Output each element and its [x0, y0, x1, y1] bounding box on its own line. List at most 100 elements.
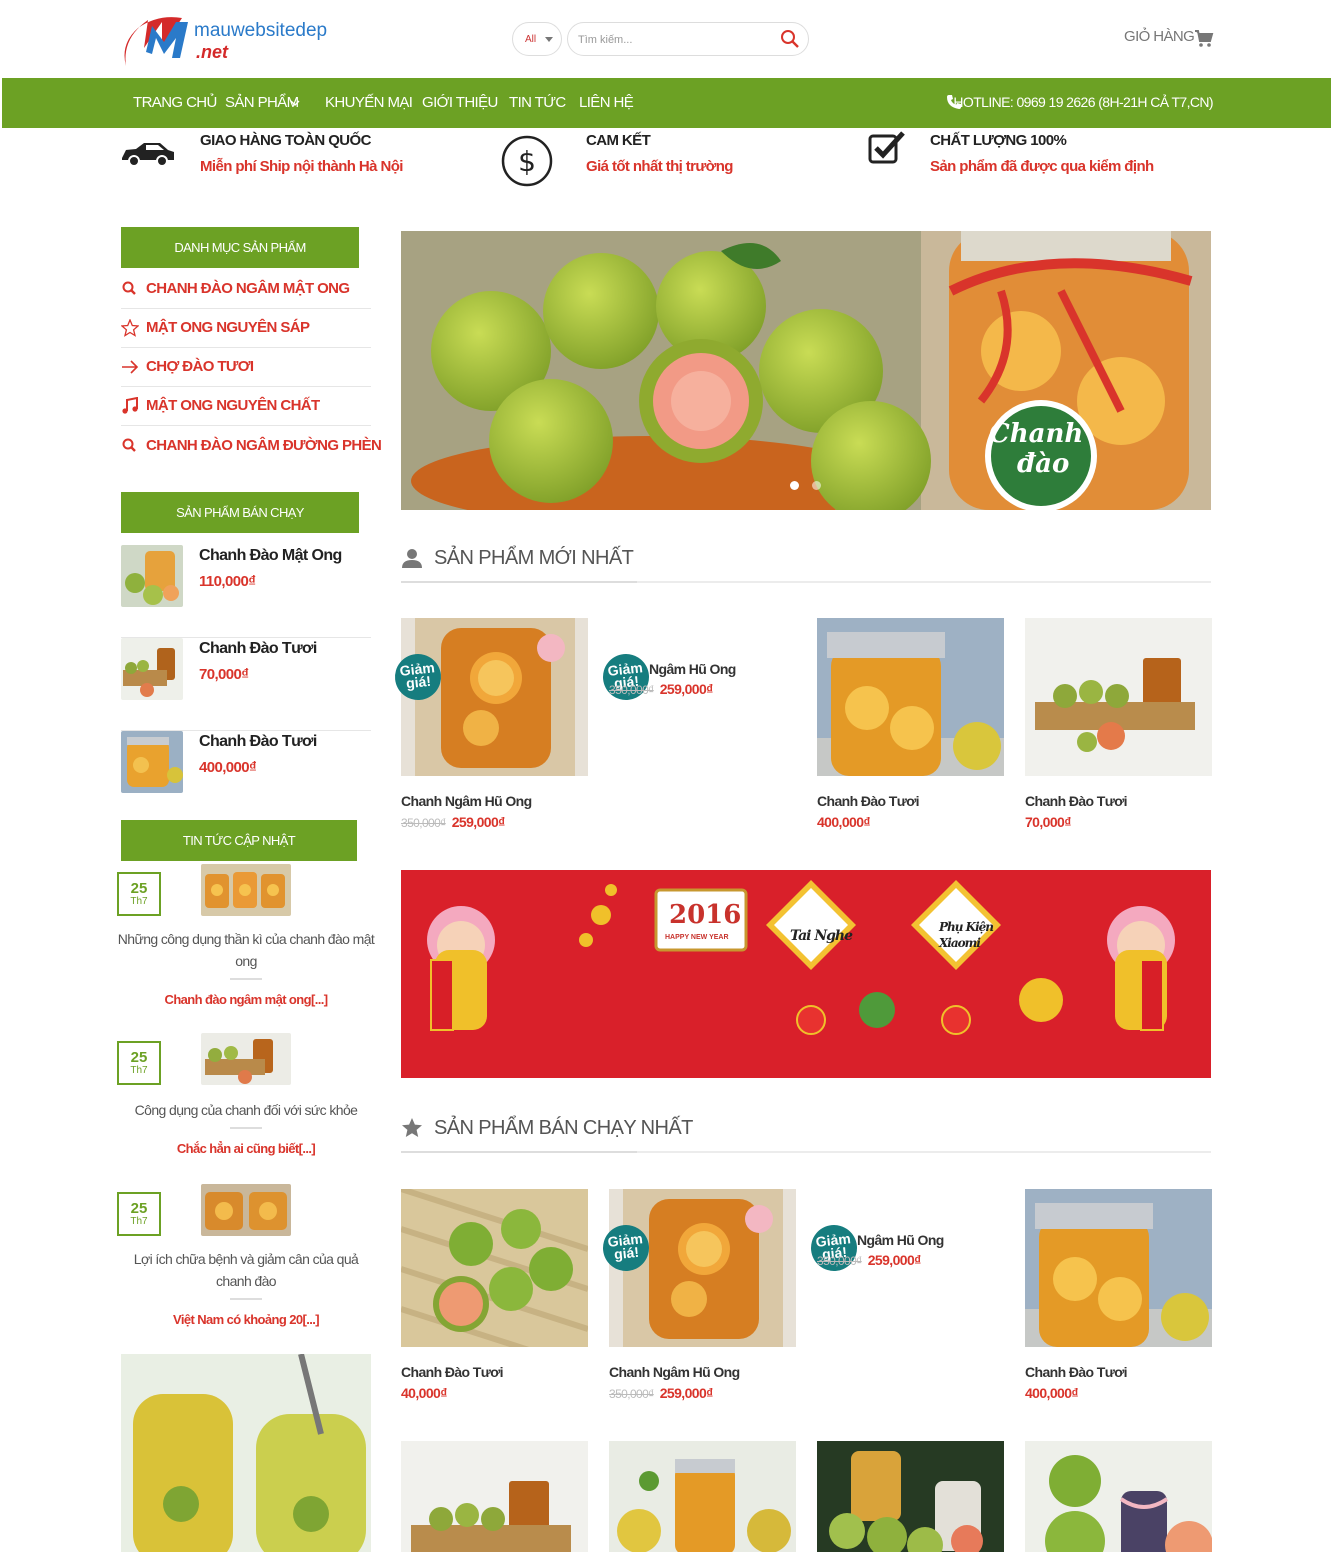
- news-title[interactable]: Những công dụng thần kì của chanh đào mậ…: [117, 928, 375, 972]
- promo-tag-accessories-line1: Phụ Kiện: [939, 920, 994, 934]
- product-image[interactable]: [1025, 618, 1212, 776]
- product-name[interactable]: Ngâm Hũ Ong: [649, 661, 736, 677]
- product-name[interactable]: Chanh Đào Tươi: [199, 733, 317, 751]
- main-nav: TRANG CHỦ SẢN PHẨM KHUYẾN MẠI GIỚI THIỆU…: [2, 78, 1331, 128]
- feature-shipping: GIAO HÀNG TOÀN QUỐC Miễn phí Ship nội th…: [118, 128, 438, 190]
- product-name[interactable]: Chanh Đào Tươi: [1025, 1364, 1128, 1380]
- product-name[interactable]: Chanh Đào Mật Ong: [199, 547, 342, 565]
- news-day: 25: [130, 880, 148, 897]
- promo-banner-art: [427, 880, 1175, 1035]
- hero-slider[interactable]: Chanh đào: [401, 231, 1211, 510]
- category-item[interactable]: MẬT ONG NGUYÊN CHẤT: [121, 387, 371, 426]
- feature-title: CHẤT LƯỢNG 100%: [930, 132, 1067, 149]
- site-logo[interactable]: mauwebsitedep .net: [118, 8, 338, 72]
- slider-dot[interactable]: [812, 481, 821, 490]
- product-thumbnail[interactable]: [121, 731, 183, 793]
- feature-subtitle: Giá tốt nhất thị trường: [586, 158, 733, 175]
- search-icon[interactable]: [780, 29, 800, 49]
- product-old-price: 350,000₫: [401, 816, 446, 830]
- arrow-right-icon: [122, 360, 139, 374]
- product-price: 400,000₫: [199, 759, 257, 776]
- category-item[interactable]: CHỢ ĐÀO TƯƠI: [121, 348, 371, 387]
- product-name[interactable]: Chanh Đào Tươi: [199, 640, 317, 658]
- news-thumbnail[interactable]: [201, 1184, 291, 1236]
- search-input[interactable]: Tìm kiếm...: [567, 22, 809, 56]
- nav-item-products[interactable]: SẢN PHẨM: [225, 94, 299, 111]
- feature-subtitle: Miễn phí Ship nội thành Hà Nội: [200, 158, 403, 175]
- dollar-icon: $: [501, 135, 553, 187]
- news-item[interactable]: 25 Th7 Công dụng của chanh đối với sức k…: [117, 1033, 367, 1161]
- category-label: MẬT ONG NGUYÊN CHẤT: [146, 397, 320, 414]
- product-name[interactable]: Ngâm Hũ Ong: [857, 1232, 944, 1248]
- news-month: Th7: [130, 896, 148, 907]
- music-icon: [122, 397, 138, 414]
- category-label: CHANH ĐÀO NGÂM MẬT ONG: [146, 280, 350, 297]
- bestseller-item[interactable]: Chanh Đào Mật Ong 110,000₫: [121, 545, 371, 638]
- checkbox-icon: [868, 131, 905, 164]
- category-item[interactable]: CHANH ĐÀO NGÂM MẬT ONG: [121, 270, 371, 309]
- chevron-down-icon: [290, 100, 300, 106]
- nav-item-about[interactable]: GIỚI THIỆU: [422, 94, 498, 111]
- news-date-badge: 25 Th7: [117, 1041, 161, 1085]
- news-date-badge: 25 Th7: [117, 872, 161, 916]
- nav-item-promotions[interactable]: KHUYẾN MẠI: [325, 94, 413, 111]
- nav-item-home[interactable]: TRANG CHỦ: [133, 94, 217, 111]
- hero-logo-line2: đào: [1017, 449, 1070, 479]
- product-image[interactable]: [1025, 1441, 1212, 1552]
- cart-link[interactable]: GIỎ HÀNG: [1124, 28, 1214, 47]
- section-underline: [401, 581, 637, 583]
- search-category-select[interactable]: All: [512, 22, 562, 56]
- user-icon: [402, 549, 422, 568]
- feature-quality: CHẤT LƯỢNG 100% Sản phẩm đã được qua kiể…: [866, 128, 1196, 190]
- product-price: 259,000₫: [451, 814, 506, 830]
- product-price-row: 350,000₫ 259,000₫: [609, 681, 713, 697]
- feature-title: CAM KẾT: [586, 132, 651, 149]
- product-name[interactable]: Chanh Đào Tươi: [817, 793, 920, 809]
- promo-tag-headphones: Tai Nghe: [790, 928, 853, 944]
- news-item[interactable]: 25 Th7 Lợi ích chữa bệnh và giảm cân của…: [117, 1184, 367, 1332]
- promo-tag-accessories-line2: Xiaomi: [939, 936, 981, 950]
- product-image[interactable]: [401, 1441, 588, 1552]
- product-name[interactable]: Chanh Đào Tươi: [401, 1364, 504, 1380]
- sidebar-banner-image[interactable]: [121, 1354, 371, 1552]
- product-name[interactable]: Chanh Ngâm Hũ Ong: [609, 1364, 740, 1380]
- product-old-price: 350,000₫: [817, 1254, 862, 1268]
- news-separator: [230, 978, 262, 980]
- product-image[interactable]: [817, 618, 1004, 776]
- news-thumbnail[interactable]: [201, 1033, 291, 1085]
- product-image[interactable]: [817, 1441, 1004, 1552]
- bestseller-item[interactable]: Chanh Đào Tươi 400,000₫: [121, 731, 371, 824]
- nav-item-news[interactable]: TIN TỨC: [509, 94, 566, 111]
- product-image[interactable]: [609, 1441, 796, 1552]
- bestseller-item[interactable]: Chanh Đào Tươi 70,000₫: [121, 638, 371, 731]
- news-title[interactable]: Công dụng của chanh đối với sức khỏe: [117, 1099, 375, 1121]
- news-thumbnail[interactable]: [201, 864, 291, 916]
- category-label: CHANH ĐÀO NGÂM ĐƯỜNG PHÈN: [146, 437, 382, 454]
- product-price-row: 350,000₫ 259,000₫: [401, 814, 505, 830]
- category-item[interactable]: MẬT ONG NGUYÊN SÁP: [121, 309, 371, 348]
- promo-banner[interactable]: 2016 HAPPY NEW YEAR Tai Nghe Phụ Kiện Xi…: [401, 870, 1211, 1078]
- product-name[interactable]: Chanh Đào Tươi: [1025, 793, 1128, 809]
- category-item[interactable]: CHANH ĐÀO NGÂM ĐƯỜNG PHÈN: [121, 427, 382, 466]
- product-image[interactable]: [1025, 1189, 1212, 1347]
- product-old-price: 350,000₫: [609, 1387, 654, 1401]
- product-thumbnail[interactable]: [121, 638, 183, 700]
- news-separator: [230, 1298, 262, 1300]
- product-price-row: 350,000₫ 259,000₫: [609, 1385, 713, 1401]
- slider-dot-active[interactable]: [790, 481, 799, 490]
- product-name[interactable]: Chanh Ngâm Hũ Ong: [401, 793, 532, 809]
- news-day: 25: [130, 1049, 148, 1066]
- news-excerpt: Việt Nam có khoảng 20[...]: [173, 1312, 320, 1327]
- hotline-text[interactable]: HOTLINE: 0969 19 2626 (8H-21H CẢ T7,CN): [953, 94, 1213, 110]
- product-thumbnail[interactable]: [121, 545, 183, 607]
- site-header: mauwebsitedep .net All Tìm kiếm... GIỎ H…: [0, 0, 1332, 78]
- search-icon: [122, 438, 136, 452]
- product-price: 259,000₫: [659, 681, 714, 697]
- product-price: 70,000₫: [1025, 814, 1071, 830]
- product-old-price: 350,000₫: [609, 683, 654, 697]
- news-item[interactable]: 25 Th7 Những công dụng thần kì của chanh…: [117, 864, 375, 1012]
- news-title[interactable]: Lợi ích chữa bệnh và giảm cân của quả ch…: [117, 1248, 375, 1292]
- product-image[interactable]: [401, 1189, 588, 1347]
- chevron-down-icon: [545, 37, 553, 42]
- nav-item-contact[interactable]: LIÊN HỆ: [579, 94, 634, 111]
